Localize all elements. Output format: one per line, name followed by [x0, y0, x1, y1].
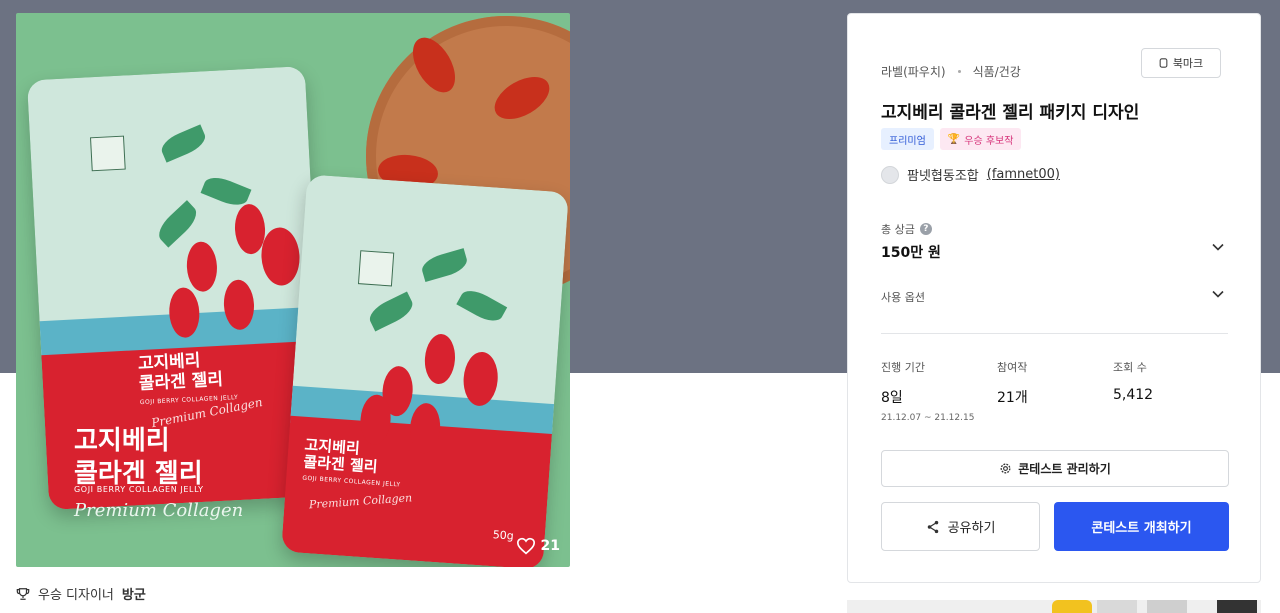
host-info[interactable]: 팜넷협동조합 (famnet00)	[881, 165, 1060, 184]
manage-contest-button[interactable]: 콘테스트 관리하기	[881, 450, 1229, 487]
heart-icon	[516, 537, 535, 555]
breadcrumb-separator	[957, 70, 961, 73]
host-id[interactable]: (famnet00)	[987, 167, 1060, 182]
designer-prefix: 우승 디자이너	[38, 588, 114, 603]
product-image[interactable]: 고지베리 콜라겐 젤리 GOJI BERRY COLLAGEN JELLY Pr…	[16, 13, 570, 567]
contest-title: 고지베리 콜라겐 젤리 패키지 디자인	[881, 103, 1140, 123]
trophy-icon	[16, 587, 30, 600]
designer-name[interactable]: 방군	[122, 584, 146, 603]
share-button[interactable]: 공유하기	[881, 502, 1040, 551]
bookmark-icon	[1159, 58, 1168, 68]
stat-entries: 참여작 21개	[997, 361, 1028, 406]
views-value: 5,412	[1113, 387, 1154, 403]
chevron-down-icon[interactable]	[1211, 287, 1225, 301]
contest-detail-card: 라벨(파우치) 식품/건강 북마크 고지베리 콜라겐 젤리 패키지 디자인 프리…	[847, 13, 1261, 583]
period-value: 8일	[881, 390, 903, 406]
artwork-title: 고지베리 콜라겐 젤리	[74, 426, 203, 489]
category-breadcrumb: 라벨(파우치) 식품/건강	[881, 63, 1021, 80]
award-candidate-badge: 🏆 우승 후보작	[939, 128, 1022, 150]
like-count: 21	[540, 538, 560, 554]
artwork-subtitle: GOJI BERRY COLLAGEN JELLY	[74, 485, 204, 494]
brand-logo-icon	[89, 135, 126, 172]
brand-logo-icon	[357, 250, 395, 287]
pouch-front: 고지베리 콜라겐 젤리 GOJI BERRY COLLAGEN JELLY Pr…	[281, 174, 569, 567]
next-card-preview	[847, 600, 1261, 613]
prize-value: 150만 원	[881, 245, 941, 261]
chevron-down-icon[interactable]	[1211, 240, 1225, 254]
category-main[interactable]: 라벨(파우치)	[881, 63, 946, 80]
gear-icon	[1000, 463, 1011, 474]
premium-badge: 프리미엄	[881, 128, 934, 150]
pouch-weight: 50g	[492, 528, 515, 543]
trophy-icon: 🏆	[947, 133, 961, 145]
like-button[interactable]: 21	[516, 537, 560, 555]
pouch-title: 고지베리 콜라겐 젤리	[137, 350, 224, 394]
stat-period: 진행 기간 8일 21.12.07 ~ 21.12.15	[881, 361, 975, 423]
stat-views: 조회 수 5,412	[1113, 361, 1154, 403]
divider	[881, 333, 1228, 334]
winning-designer: 우승 디자이너 방군	[16, 584, 146, 603]
host-name: 팜넷협동조합	[907, 169, 979, 184]
category-sub[interactable]: 식품/건강	[973, 63, 1021, 80]
host-contest-button[interactable]: 콘테스트 개최하기	[1054, 502, 1229, 551]
pouch-title: 고지베리 콜라겐 젤리	[302, 435, 379, 477]
entries-value: 21개	[997, 390, 1028, 406]
prize-label: 총 상금 ?	[881, 221, 932, 237]
artwork-script: Premium Collagen	[74, 500, 244, 521]
badge-group: 프리미엄 🏆 우승 후보작	[881, 128, 1022, 150]
period-range: 21.12.07 ~ 21.12.15	[881, 413, 975, 423]
bookmark-button[interactable]: 북마크	[1141, 48, 1221, 78]
options-label: 사용 옵션	[881, 291, 925, 304]
avatar	[881, 165, 899, 184]
share-icon	[927, 520, 938, 533]
help-icon[interactable]: ?	[919, 223, 932, 235]
